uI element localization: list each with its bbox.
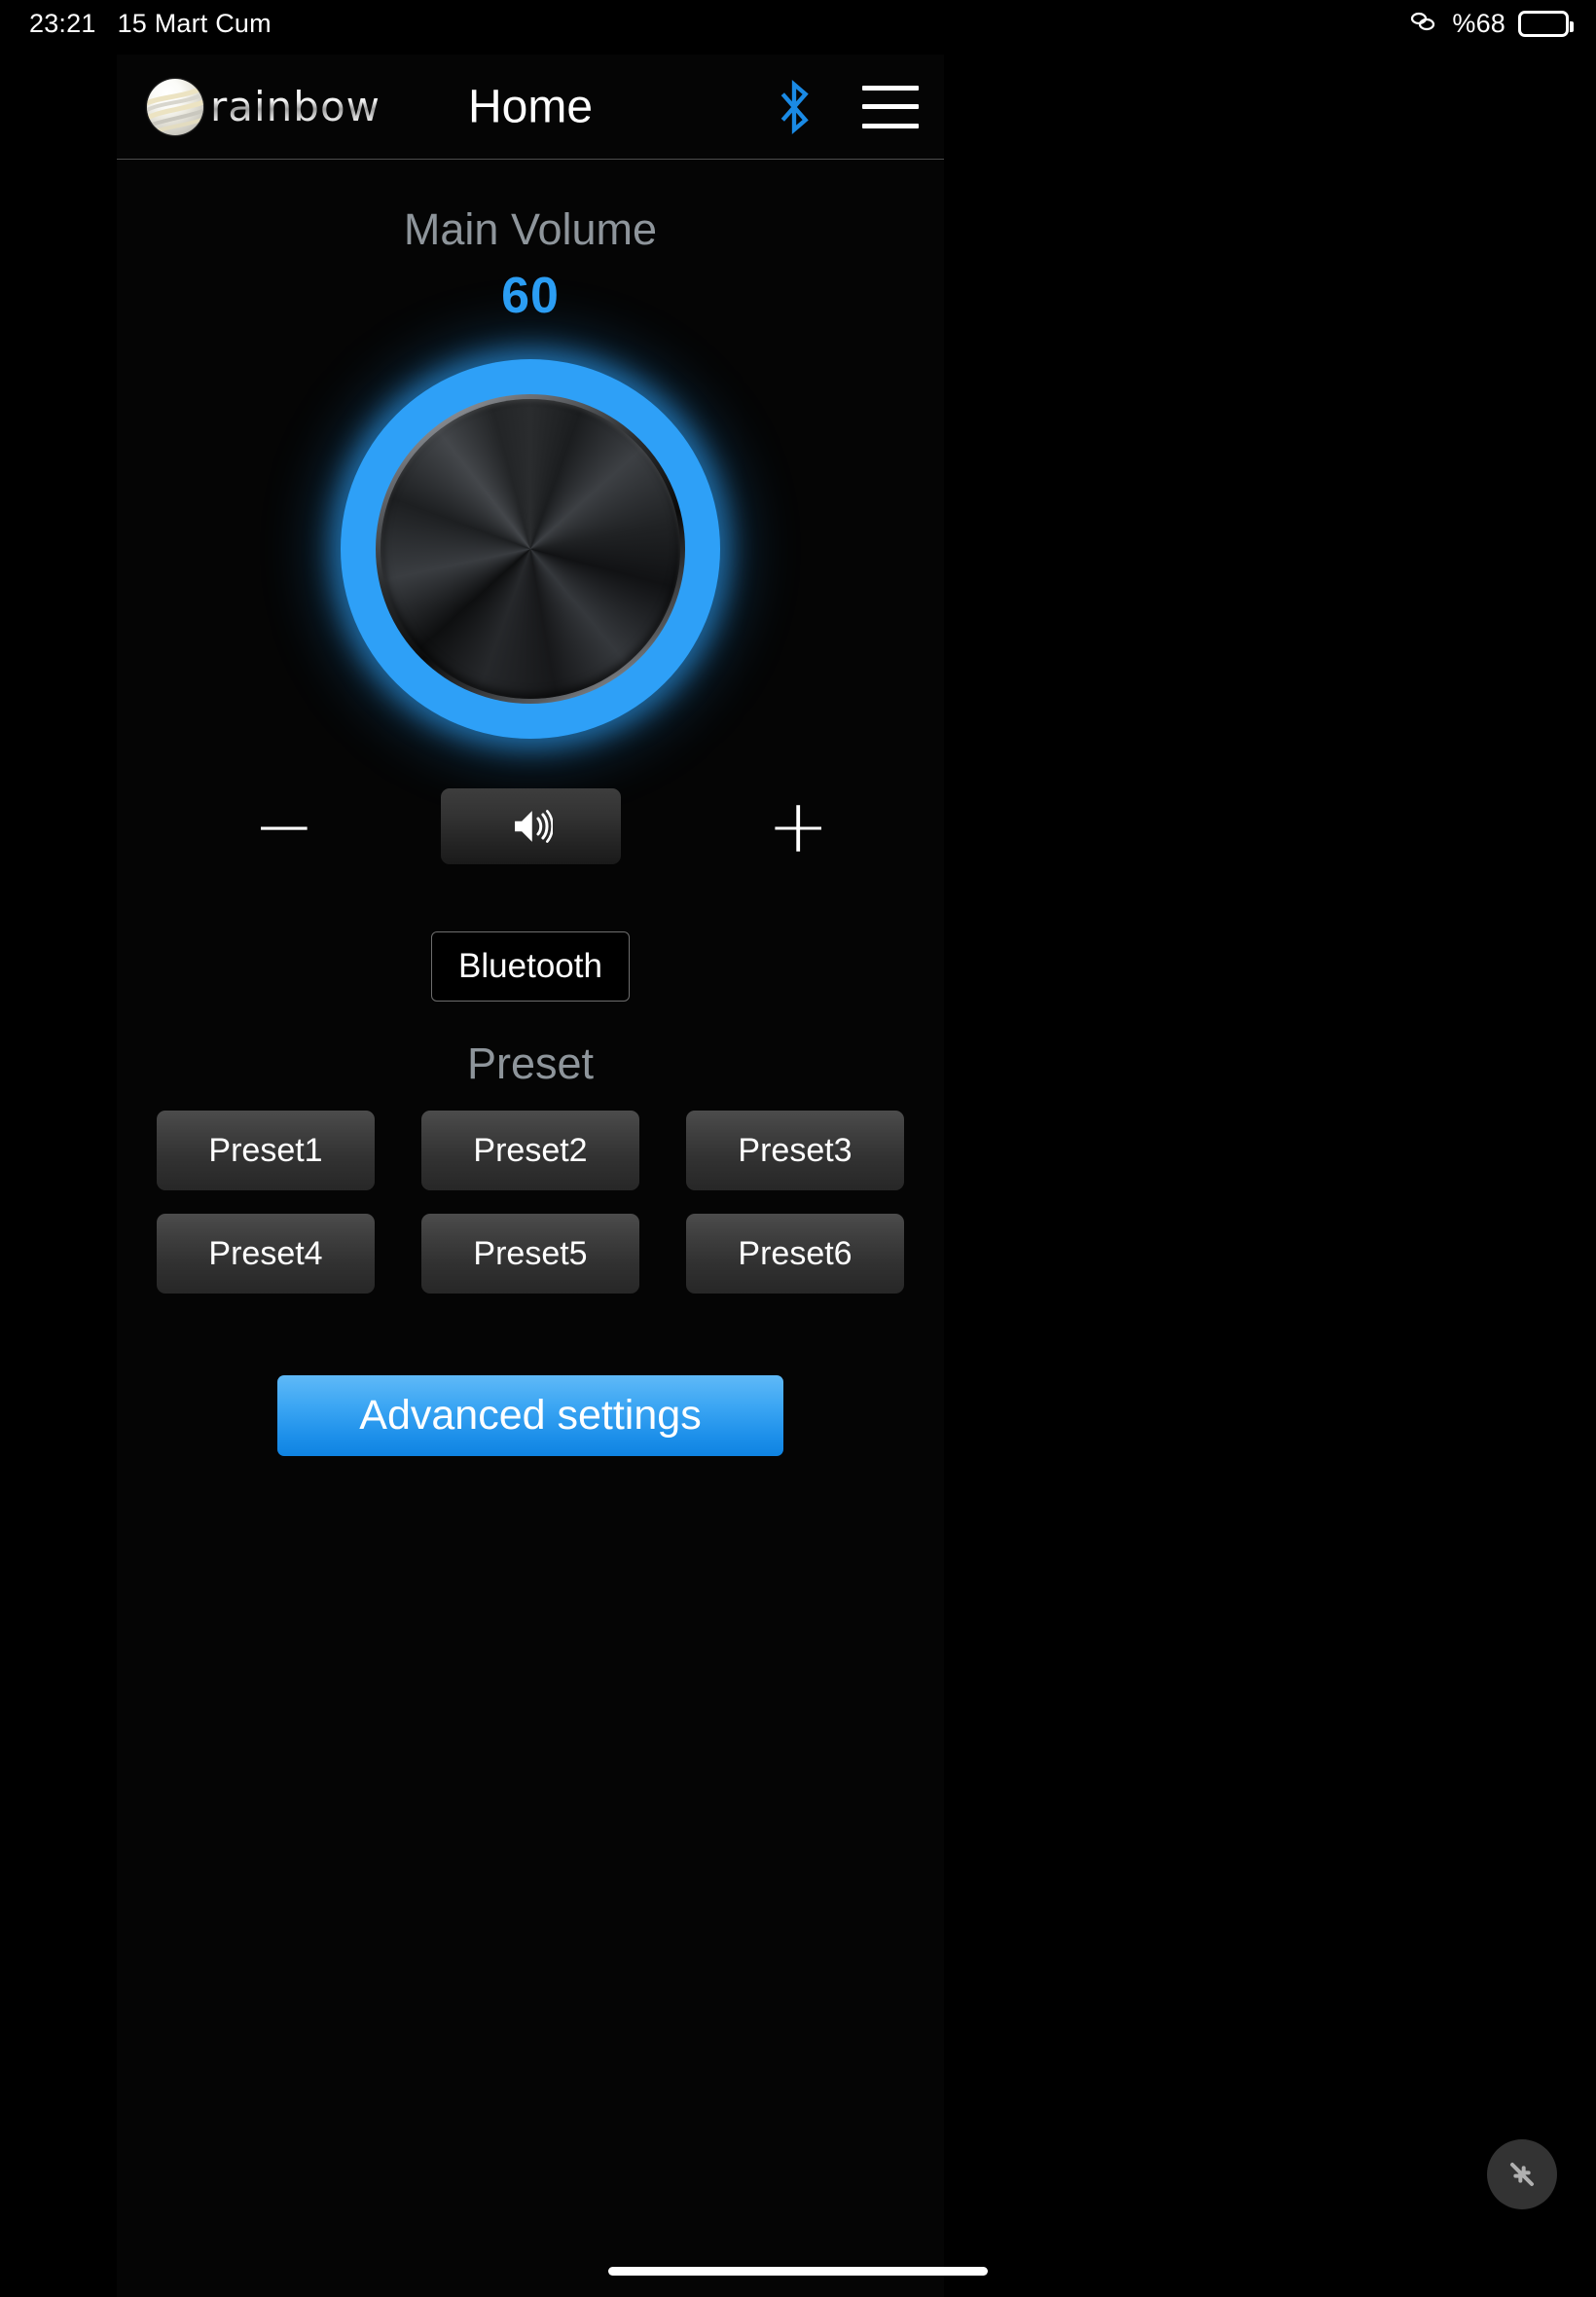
mute-button[interactable] — [440, 788, 621, 864]
home-indicator — [608, 2267, 988, 2276]
volume-knob[interactable] — [326, 349, 735, 748]
volume-knob-rim — [376, 394, 685, 704]
advanced-settings-row: Advanced settings — [117, 1375, 944, 1456]
preset-button-6[interactable]: Preset6 — [686, 1214, 904, 1294]
advanced-settings-button[interactable]: Advanced settings — [277, 1375, 783, 1456]
status-bar-left: 23:21 15 Mart Cum — [29, 9, 272, 39]
brand-logo: rainbow — [147, 78, 381, 135]
app-window: rainbow Home Main Volume 60 − + Bluetoot… — [117, 55, 944, 2297]
shrink-window-button[interactable] — [1487, 2139, 1557, 2209]
volume-up-button[interactable]: + — [767, 789, 829, 863]
volume-knob-face — [381, 399, 680, 699]
brand-name: rainbow — [210, 83, 381, 130]
preset-section-title: Preset — [466, 1039, 595, 1088]
battery-percent-label: %68 — [1452, 8, 1505, 38]
status-bar: 23:21 15 Mart Cum %68 — [0, 0, 1596, 47]
preset-button-4[interactable]: Preset4 — [157, 1214, 375, 1294]
main-volume-label: Main Volume — [403, 204, 658, 254]
volume-controls: − + — [117, 778, 944, 875]
bluetooth-button-row: Bluetooth — [117, 931, 944, 1002]
rainbow-sphere-logo-icon — [147, 78, 203, 135]
status-bar-time: 23:21 — [29, 8, 96, 38]
shrink-arrows-icon — [1503, 2155, 1542, 2194]
app-header: rainbow Home — [117, 55, 944, 160]
status-bar-date: 15 Mart Cum — [117, 8, 272, 38]
preset-button-1[interactable]: Preset1 — [157, 1111, 375, 1190]
volume-down-button[interactable]: − — [253, 789, 315, 863]
battery-icon — [1518, 10, 1574, 37]
preset-grid: Preset1 Preset2 Preset3 Preset4 Preset5 … — [157, 1111, 904, 1294]
main-volume-value: 60 — [501, 268, 560, 324]
header-actions — [775, 79, 919, 135]
preset-button-5[interactable]: Preset5 — [421, 1214, 639, 1294]
speaker-icon — [508, 804, 553, 849]
preset-button-3[interactable]: Preset3 — [686, 1111, 904, 1190]
bluetooth-button[interactable]: Bluetooth — [431, 931, 630, 1002]
link-icon — [1408, 10, 1439, 38]
preset-button-2[interactable]: Preset2 — [421, 1111, 639, 1190]
hamburger-menu-icon[interactable] — [862, 85, 919, 128]
bluetooth-icon[interactable] — [775, 79, 814, 135]
status-bar-right: %68 — [1408, 8, 1574, 39]
